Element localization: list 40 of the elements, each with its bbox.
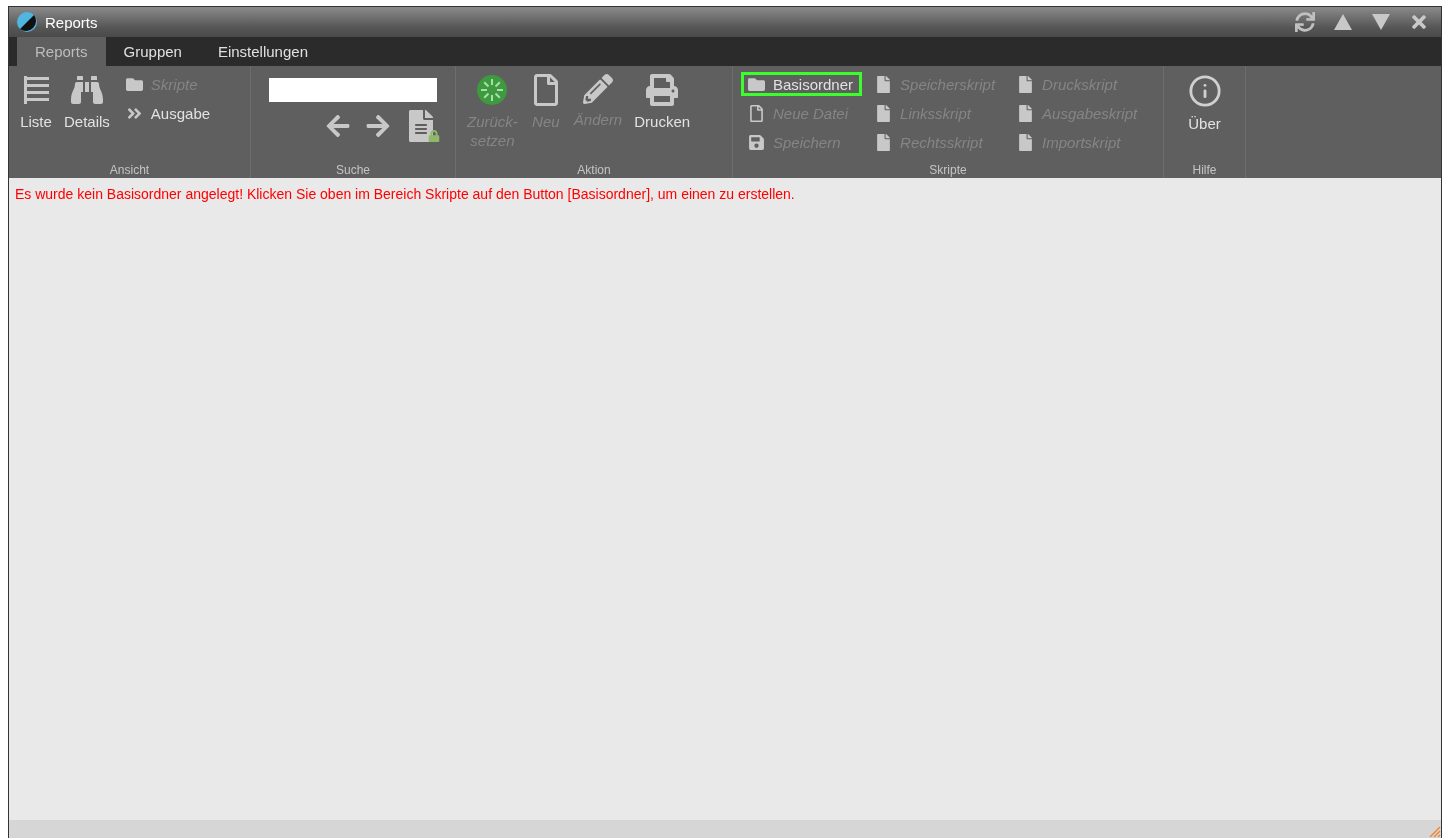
up-triangle-icon[interactable]	[1333, 13, 1353, 31]
pencil-icon	[583, 74, 614, 104]
group-label: Suche	[336, 163, 370, 178]
spinner-icon	[476, 74, 509, 106]
tab[interactable]: Einstellungen	[199, 37, 326, 66]
file-icon	[748, 104, 765, 122]
ribbon-button[interactable]: Details	[61, 72, 113, 163]
close-icon[interactable]	[1409, 12, 1429, 32]
file-icon	[875, 133, 893, 151]
group-label: Hilfe	[1192, 163, 1217, 178]
arrow-right-icon[interactable]	[365, 113, 391, 139]
file-icon	[875, 104, 893, 122]
file-icon	[1017, 133, 1035, 151]
resize-grip-icon[interactable]	[1427, 824, 1441, 838]
ribbon-button[interactable]: Drucken	[631, 72, 694, 163]
window-title: Reports	[45, 13, 99, 31]
ribbon-button[interactable]: Ausgabe	[118, 101, 220, 125]
tab[interactable]: Reports	[17, 37, 106, 66]
group-label: Aktion	[577, 163, 611, 178]
info-icon	[1187, 74, 1222, 108]
ribbon-button[interactable]: Basisordner	[741, 72, 863, 96]
folder-icon	[125, 75, 143, 93]
file-icon	[875, 75, 893, 93]
group-label: Skripte	[929, 163, 967, 178]
search-field[interactable]	[269, 78, 437, 102]
file-icon	[1017, 75, 1035, 93]
app-logo-icon	[17, 12, 37, 32]
file-icon	[1017, 104, 1035, 122]
save-icon	[748, 133, 765, 151]
folder-icon	[748, 75, 765, 93]
arrow-left-icon[interactable]	[325, 113, 351, 139]
down-triangle-icon[interactable]	[1371, 13, 1391, 31]
tab[interactable]: Gruppen	[105, 37, 200, 66]
printer-icon	[646, 74, 679, 106]
binoculars-icon	[70, 74, 103, 106]
group-label: Ansicht	[109, 163, 150, 178]
ribbon-button[interactable]: Über	[1184, 72, 1225, 163]
error-message: Es wurde kein Basisordner angelegt! Klicken Sie oben im Bereich Skripte auf den Button [Basisordner], um einen zu erstellen.	[15, 186, 796, 202]
refresh-icon[interactable]	[1295, 12, 1315, 32]
ribbon-button[interactable]: Liste	[17, 72, 55, 163]
